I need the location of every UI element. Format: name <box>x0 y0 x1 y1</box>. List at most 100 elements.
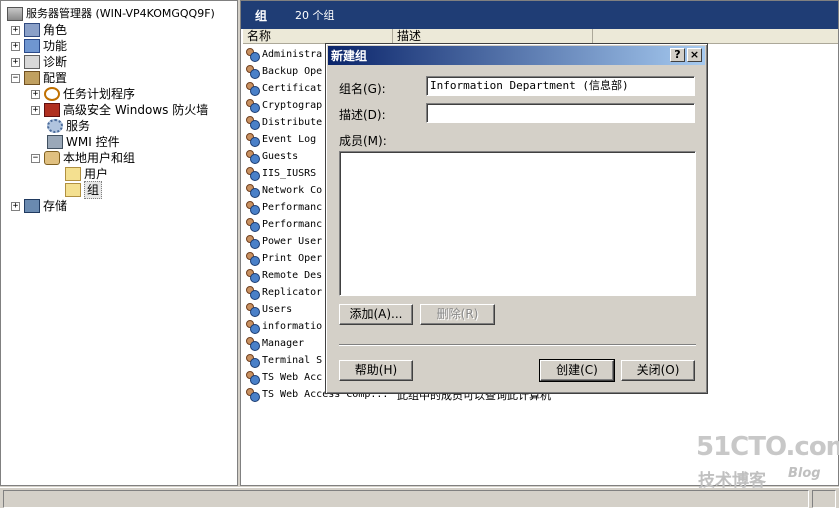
group-icon <box>245 286 260 300</box>
group-icon <box>245 218 260 232</box>
group-row[interactable]: Distribute <box>245 114 322 131</box>
expand-icon[interactable]: + <box>11 57 20 67</box>
folder-icon <box>65 183 81 197</box>
group-icon <box>245 388 260 402</box>
users-icon <box>44 151 60 165</box>
tree-item-configuration[interactable]: − 配置 <box>11 70 67 86</box>
group-row[interactable]: TS Web Acc <box>245 369 322 386</box>
group-row[interactable]: Performanc <box>245 216 322 233</box>
group-name: Administra <box>262 49 323 60</box>
group-row[interactable]: Backup Ope <box>245 63 322 80</box>
watermark-logo: 51CTO.com 技术博客 Blog <box>696 432 839 491</box>
group-name: Users <box>262 304 293 315</box>
tree-label: 功能 <box>43 39 68 53</box>
group-icon <box>245 354 260 368</box>
create-button[interactable]: 创建(C) <box>539 359 615 382</box>
group-name: TS Web Acc <box>262 372 323 383</box>
tree-label-selected: 组 <box>84 181 103 199</box>
tree-item-services[interactable]: 服务 <box>47 118 90 134</box>
group-name: Guests <box>262 151 299 162</box>
watermark-sub: 技术博客 <box>698 471 766 491</box>
clock-icon <box>44 87 60 101</box>
tree-label: 诊断 <box>43 55 68 69</box>
expand-icon[interactable]: + <box>11 25 20 35</box>
group-row[interactable]: Certificat <box>245 80 322 97</box>
collapse-icon[interactable]: − <box>11 73 20 83</box>
tree-root[interactable]: 服务器管理器 (WIN-VP4KOMGQQ9F) <box>7 6 215 22</box>
help-button[interactable]: 帮助(H) <box>339 360 413 381</box>
group-row[interactable]: Performanc <box>245 199 322 216</box>
column-header-row: 名称 描述 <box>243 29 838 44</box>
expand-icon[interactable]: + <box>31 89 40 99</box>
group-name: informatio <box>262 321 323 332</box>
description-field[interactable] <box>426 103 695 123</box>
tree-item-features[interactable]: + 功能 <box>11 38 67 54</box>
close-button[interactable]: 关闭(O) <box>621 360 695 381</box>
tree-item-storage[interactable]: + 存储 <box>11 198 67 214</box>
group-row[interactable]: Replicator <box>245 284 322 301</box>
group-row[interactable]: informatio <box>245 318 322 335</box>
group-icon <box>245 48 260 62</box>
collapse-icon[interactable]: − <box>31 153 40 163</box>
configuration-icon <box>24 71 40 85</box>
help-icon[interactable]: ? <box>670 48 685 62</box>
results-title: 组 <box>255 8 268 23</box>
column-header-name[interactable]: 名称 <box>243 29 393 44</box>
tree-item-diagnostics[interactable]: + 诊断 <box>11 54 67 70</box>
group-name: Distribute <box>262 117 323 128</box>
results-count: 20 个组 <box>295 9 335 22</box>
tree-label: 本地用户和组 <box>63 151 136 165</box>
tree-item-task-scheduler[interactable]: + 任务计划程序 <box>31 86 135 102</box>
tree-item-local-users-groups[interactable]: − 本地用户和组 <box>31 150 135 166</box>
dialog-titlebar[interactable]: 新建组 ? × <box>328 46 705 65</box>
tree-item-roles[interactable]: + 角色 <box>11 22 67 38</box>
group-row[interactable]: Administra <box>245 46 322 63</box>
roles-icon <box>24 23 40 37</box>
tree-label: 用户 <box>84 167 109 181</box>
tree-item-firewall[interactable]: + 高级安全 Windows 防火墙 <box>31 102 208 118</box>
tree-label: 服务 <box>66 119 91 133</box>
group-icon <box>245 150 260 164</box>
new-group-dialog[interactable]: 新建组 ? × 组名(G): Information Department (信… <box>325 43 708 394</box>
group-name: IIS_IUSRS <box>262 168 317 179</box>
group-row[interactable]: IIS_IUSRS <box>245 165 316 182</box>
group-row[interactable]: Network Co <box>245 182 322 199</box>
console-tree[interactable]: 服务器管理器 (WIN-VP4KOMGQQ9F) + 角色 + 功能 + 诊断 … <box>0 0 238 486</box>
members-list[interactable] <box>339 151 696 296</box>
group-row[interactable]: Cryptograp <box>245 97 322 114</box>
expand-icon[interactable]: + <box>11 201 20 211</box>
status-pane-small <box>812 490 836 508</box>
members-label: 成员(M): <box>339 134 387 148</box>
close-icon[interactable]: × <box>687 48 702 62</box>
group-icon <box>245 269 260 283</box>
group-row[interactable]: Event Log <box>245 131 316 148</box>
tree-item-users[interactable]: 用户 <box>65 166 108 182</box>
group-name: Remote Des <box>262 270 323 281</box>
group-row[interactable]: Power User <box>245 233 322 250</box>
group-row[interactable]: Users <box>245 301 292 318</box>
group-name: Performanc <box>262 219 323 230</box>
group-row[interactable]: Print Oper <box>245 250 322 267</box>
expand-icon[interactable]: + <box>31 105 40 115</box>
tree-item-groups[interactable]: 组 <box>65 181 103 199</box>
column-header-description[interactable]: 描述 <box>393 29 593 44</box>
folder-icon <box>65 167 81 181</box>
features-icon <box>24 39 40 53</box>
group-name: Terminal S <box>262 355 323 366</box>
group-icon <box>245 235 260 249</box>
group-name: Print Oper <box>262 253 323 264</box>
group-row[interactable]: Manager <box>245 335 304 352</box>
group-row[interactable]: Guests <box>245 148 298 165</box>
group-icon <box>245 320 260 334</box>
gear-icon <box>47 119 63 133</box>
remove-button[interactable]: 删除(R) <box>420 304 495 325</box>
group-name-field[interactable]: Information Department (信息部) <box>426 76 695 96</box>
group-row[interactable]: Terminal S <box>245 352 322 369</box>
group-icon <box>245 65 260 79</box>
add-button[interactable]: 添加(A)... <box>339 304 413 325</box>
group-icon <box>245 337 260 351</box>
group-icon <box>245 167 260 181</box>
expand-icon[interactable]: + <box>11 41 20 51</box>
tree-item-wmi[interactable]: WMI 控件 <box>47 134 120 150</box>
group-row[interactable]: Remote Des <box>245 267 322 284</box>
